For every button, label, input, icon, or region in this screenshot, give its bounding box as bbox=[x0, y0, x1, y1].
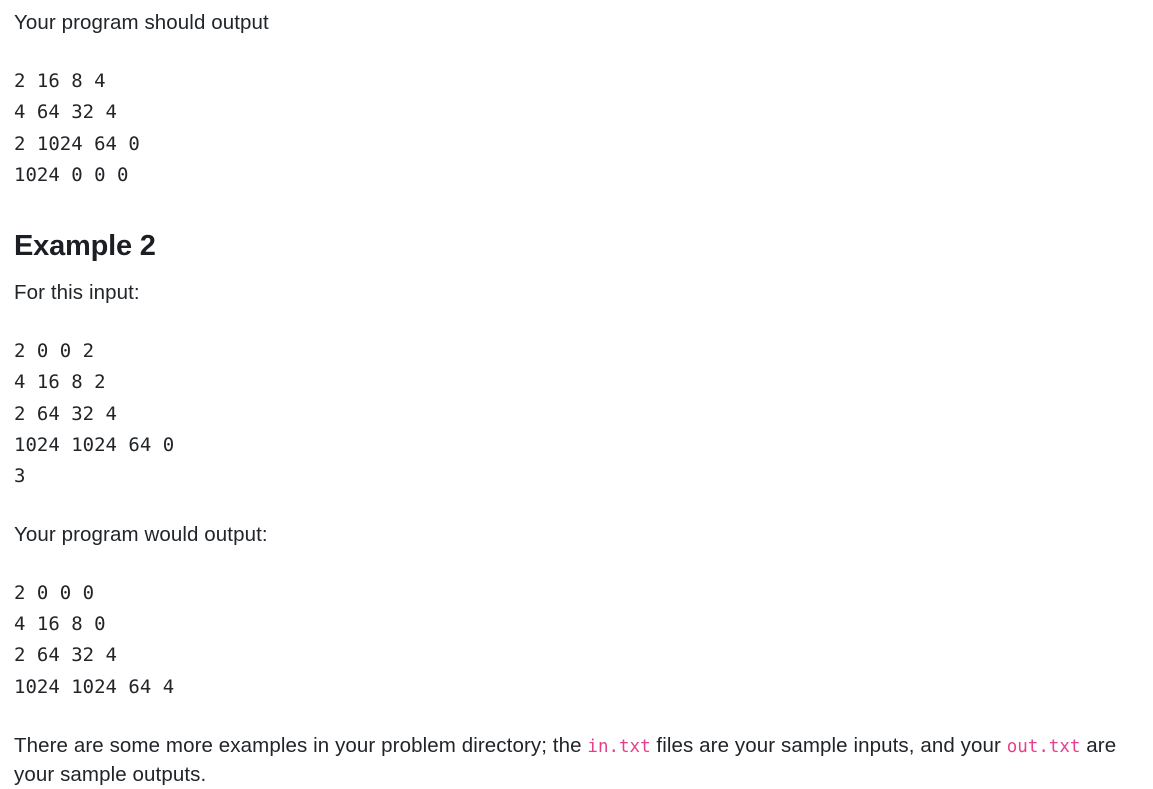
example2-output-code-block: 2 0 0 0 4 16 8 0 2 64 32 4 1024 1024 64 … bbox=[14, 581, 175, 698]
example1-output-code-block: 2 16 8 4 4 64 32 4 2 1024 64 0 1024 0 0 … bbox=[14, 70, 140, 186]
in-txt-code: in.txt bbox=[587, 736, 651, 757]
note-text-leading: There are some more examples in your pro… bbox=[14, 733, 588, 757]
example1-output-label: Your program should output bbox=[14, 11, 269, 34]
example-2-heading: Example 2 bbox=[14, 230, 156, 263]
sample-files-note: There are some more examples in your pro… bbox=[14, 732, 1143, 789]
example2-input-label: For this input: bbox=[14, 281, 140, 305]
example2-input-code-block: 2 0 0 2 4 16 8 2 2 64 32 4 1024 1024 64 … bbox=[14, 340, 175, 488]
problem-statement-page: Your program should output 2 16 8 4 4 64… bbox=[0, 0, 1153, 789]
example2-output-label: Your program would output: bbox=[14, 522, 268, 546]
out-txt-code: out.txt bbox=[1006, 736, 1081, 757]
note-text-middle: files are your sample inputs, and your bbox=[650, 733, 1007, 757]
